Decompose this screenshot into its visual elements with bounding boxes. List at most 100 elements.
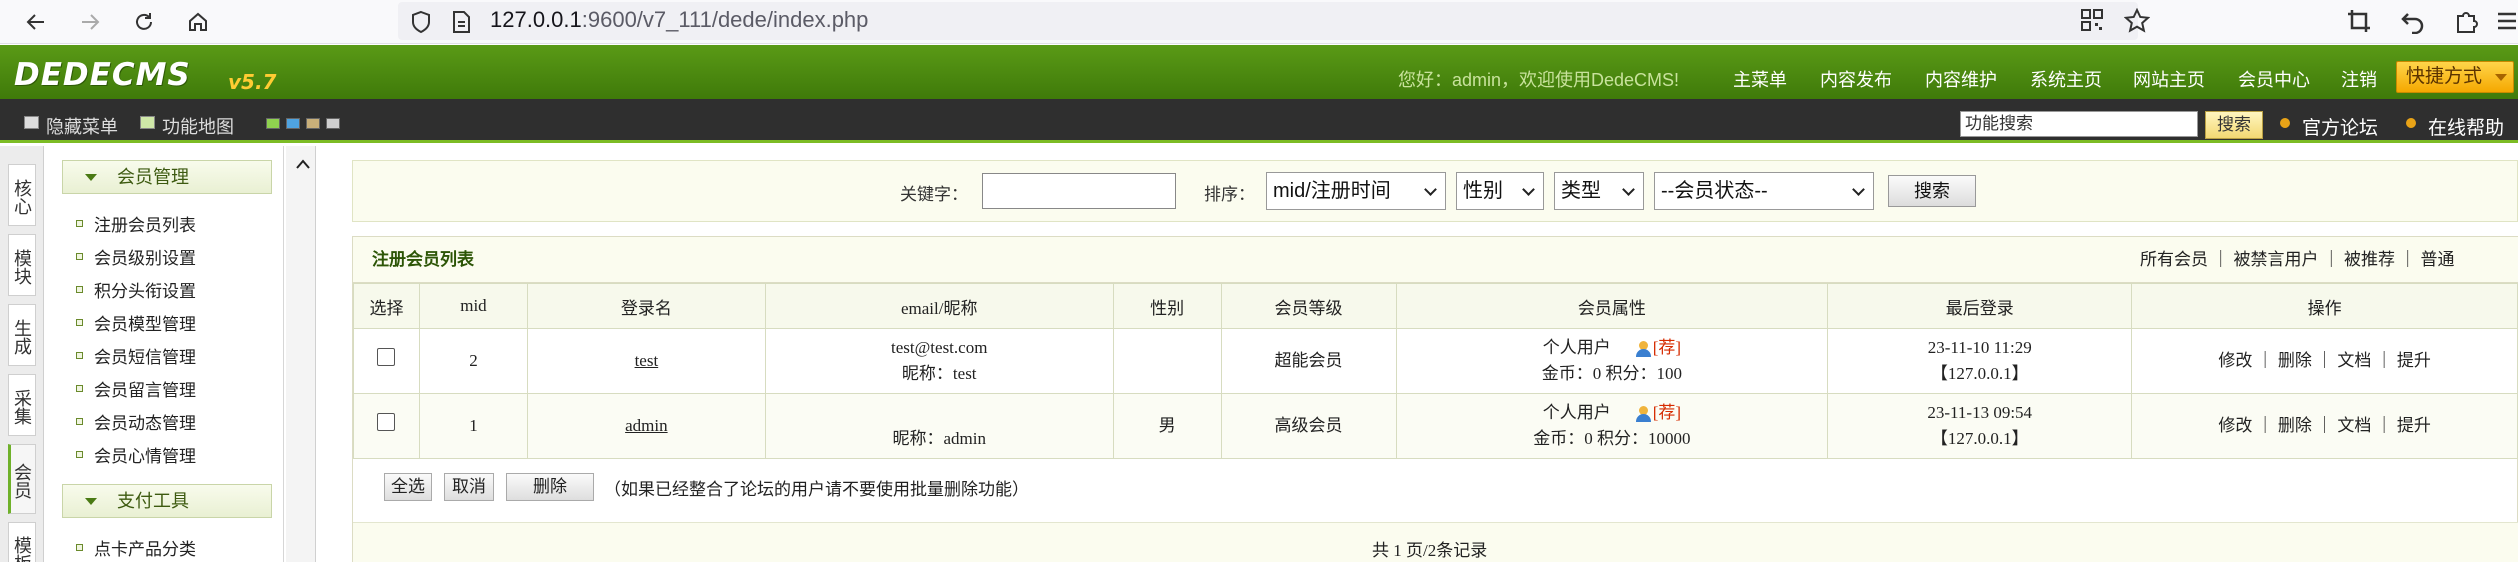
tab-modules[interactable]: 模块 — [8, 234, 36, 296]
tab-core[interactable]: 核心 — [8, 164, 36, 226]
page-info-icon[interactable] — [450, 10, 472, 38]
back-button[interactable] — [18, 4, 54, 40]
actions-cell[interactable]: 修改 ｜ 删除 ｜ 文档 ｜ 提升 — [2131, 328, 2518, 394]
gender-select[interactable]: 性别 — [1456, 172, 1544, 210]
quick-menu-label: 快捷方式 — [2406, 66, 2483, 87]
recommend-link[interactable]: [荐] — [1653, 403, 1681, 422]
nav-system-home[interactable]: 系统主页 — [2030, 66, 2102, 92]
nav-logout[interactable]: 注销 — [2341, 66, 2377, 92]
row-checkbox[interactable] — [377, 348, 396, 366]
menu-scrollbar[interactable] — [286, 146, 316, 562]
col-attributes: 会员属性 — [1395, 283, 1829, 329]
bullet-icon — [76, 418, 83, 425]
nav-main-menu[interactable]: 主菜单 — [1733, 66, 1787, 92]
qr-code-icon[interactable] — [2080, 8, 2104, 36]
theme-gray-icon[interactable] — [326, 118, 340, 129]
level-cell: 超能会员 — [1220, 328, 1397, 394]
member-filter-links[interactable]: 所有会员 ｜ 被禁言用户 ｜ 被推荐 ｜ 普通 — [2140, 245, 2455, 275]
hide-menu-icon — [24, 116, 39, 129]
batch-delete-button[interactable]: 删除 — [506, 473, 594, 501]
type-select[interactable]: 类型 — [1554, 172, 1644, 210]
extensions-icon[interactable] — [2454, 8, 2480, 38]
forward-arrow-icon — [82, 14, 100, 30]
email-cell: test@test.com 昵称：test — [764, 328, 1114, 394]
reload-icon — [136, 13, 152, 30]
bookmark-star-icon[interactable] — [2123, 7, 2151, 38]
tab-collect[interactable]: 采集 — [8, 374, 36, 436]
recommend-link[interactable]: [荐] — [1653, 338, 1681, 357]
search-button[interactable]: 搜索 — [1888, 175, 1976, 207]
reload-button[interactable] — [126, 4, 162, 40]
last-login-cell: 23-11-13 09:54 【127.0.0.1】 — [1827, 393, 2133, 459]
menu-group-payment-tools[interactable]: 支付工具 — [62, 484, 272, 518]
forum-icon — [2280, 118, 2290, 128]
nav-site-home[interactable]: 网站主页 — [2133, 66, 2205, 92]
select-all-button[interactable]: 全选 — [384, 473, 432, 501]
home-button[interactable] — [180, 4, 216, 40]
col-email-nick: email/昵称 — [764, 283, 1114, 329]
menu-item-register-list[interactable]: 注册会员列表 — [94, 211, 196, 236]
official-forum-link[interactable]: 官方论坛 — [2302, 113, 2378, 140]
menu-item-guestbook-management[interactable]: 会员留言管理 — [94, 376, 196, 401]
table-row: 2 test test@test.com 昵称：test 超能会员 个人用户 [荐]… — [353, 328, 2518, 394]
forward-button[interactable] — [72, 4, 108, 40]
cancel-select-button[interactable]: 取消 — [444, 473, 494, 501]
points-text: 金币：0 积分：100 — [1541, 364, 1683, 383]
shield-icon[interactable] — [410, 10, 432, 38]
nav-content-maintain[interactable]: 内容维护 — [1925, 66, 1997, 92]
theme-green-icon[interactable] — [266, 118, 280, 129]
bullet-icon — [76, 286, 83, 293]
batch-delete-note: （如果已经整合了论坛的用户请不要使用批量删除功能） — [604, 480, 1029, 499]
menu-item-mood-management[interactable]: 会员心情管理 — [94, 442, 196, 467]
hide-menu-button[interactable]: 隐藏菜单 — [46, 113, 118, 139]
menu-group-member-management[interactable]: 会员管理 — [62, 160, 272, 194]
menu-item-model-management[interactable]: 会员模型管理 — [94, 310, 196, 335]
col-select: 选择 — [353, 283, 420, 329]
col-level: 会员等级 — [1220, 283, 1397, 329]
mid-cell: 1 — [418, 393, 528, 459]
bullet-icon — [76, 352, 83, 359]
theme-brown-icon[interactable] — [306, 118, 320, 129]
nav-content-publish[interactable]: 内容发布 — [1820, 66, 1892, 92]
function-search-input[interactable]: 功能搜索 — [1960, 111, 2198, 137]
undo-icon[interactable] — [2400, 8, 2426, 38]
login-cell: test — [526, 328, 766, 394]
gender-select-value: 性别 — [1463, 180, 1503, 202]
tab-templates[interactable]: 模板 — [8, 522, 36, 562]
actions-cell[interactable]: 修改 ｜ 删除 ｜ 文档 ｜ 提升 — [2131, 393, 2518, 459]
help-icon — [2406, 118, 2416, 128]
url-text[interactable]: 127.0.0.1:9600/v7_111/dede/index.php — [490, 4, 868, 36]
email-text — [766, 400, 1113, 426]
nickname-text: 昵称：test — [901, 364, 977, 383]
quick-menu-button[interactable]: 快捷方式 — [2396, 61, 2514, 93]
menu-icon[interactable] — [2496, 8, 2516, 38]
bullet-icon — [76, 385, 83, 392]
function-map-button[interactable]: 功能地图 — [162, 113, 234, 139]
online-help-link[interactable]: 在线帮助 — [2428, 113, 2504, 140]
login-name-link[interactable]: test — [635, 351, 659, 370]
login-name-link[interactable]: admin — [625, 416, 668, 435]
keyword-input[interactable] — [982, 173, 1176, 209]
menu-item-feed-management[interactable]: 会员动态管理 — [94, 409, 196, 434]
sort-select[interactable]: mid/注册时间 — [1266, 172, 1446, 210]
row-checkbox[interactable] — [377, 413, 396, 431]
nav-member-center[interactable]: 会员中心 — [2238, 66, 2310, 92]
tab-generate[interactable]: 生成 — [8, 304, 36, 366]
attributes-cell: 个人用户 [荐] 金币：0 积分：10000 — [1395, 393, 1829, 459]
menu-item-level-settings[interactable]: 会员级别设置 — [94, 244, 196, 269]
menu-item-sms-management[interactable]: 会员短信管理 — [94, 343, 196, 368]
email-text: test@test.com — [891, 338, 988, 357]
theme-blue-icon[interactable] — [286, 118, 300, 129]
crop-icon[interactable] — [2346, 8, 2372, 38]
status-select[interactable]: --会员状态-- — [1654, 172, 1874, 210]
tab-members[interactable]: 会员 — [8, 444, 36, 514]
scroll-up-chevron-icon[interactable] — [296, 154, 310, 173]
row-select-cell — [353, 328, 420, 394]
function-search-button[interactable]: 搜索 — [2205, 111, 2263, 139]
caret-down-icon — [2495, 74, 2507, 81]
menu-item-card-category[interactable]: 点卡产品分类 — [94, 535, 196, 560]
row-select-cell — [353, 393, 420, 459]
last-login-time: 23-11-13 09:54 — [1927, 403, 2033, 422]
menu-item-points-title[interactable]: 积分头衔设置 — [94, 277, 196, 302]
table-row: 1 admin 昵称：admin 男 高级会员 个人用户 [荐] 金币：0 积分：… — [353, 393, 2518, 459]
